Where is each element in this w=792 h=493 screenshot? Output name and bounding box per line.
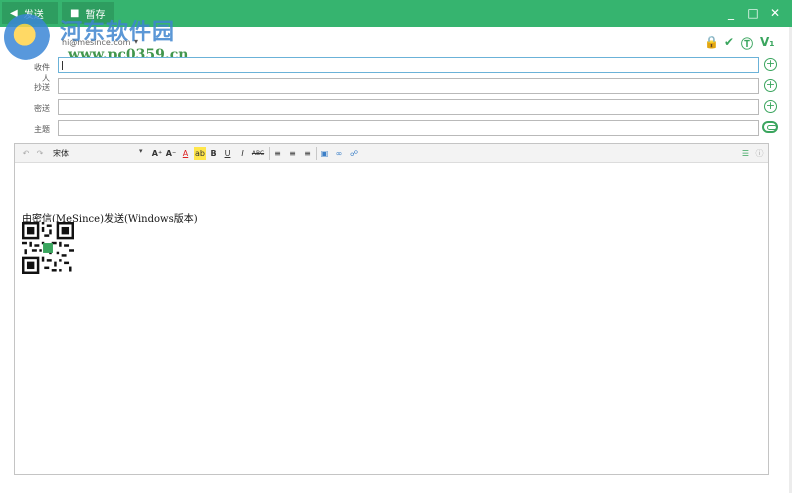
lock-icon[interactable]: 🔒	[704, 35, 719, 49]
timer-icon[interactable]: Ⓣ	[741, 35, 753, 52]
info-icon[interactable]: ⓘ	[754, 147, 765, 160]
cc-field[interactable]	[58, 78, 759, 94]
verify-icon[interactable]: ✔	[724, 35, 734, 49]
message-editor[interactable]: ↶ ↷ 宋体 ▾ A⁺ A⁻ A ab B U I ABC ≡ ≡ ≡ ▣ ∞ …	[14, 143, 769, 475]
font-chevron-down-icon[interactable]: ▾	[139, 147, 143, 155]
add-cc-icon[interactable]: +	[764, 79, 777, 92]
bcc-field[interactable]	[58, 99, 759, 115]
image-icon[interactable]: ▣	[319, 147, 330, 160]
font-shrink-icon[interactable]: A⁻	[165, 147, 177, 160]
attachment-icon[interactable]	[762, 121, 778, 133]
cc-label: 抄送	[34, 83, 50, 92]
align-right-icon[interactable]: ≡	[302, 147, 313, 160]
add-to-icon[interactable]: +	[764, 58, 777, 71]
font-color-icon[interactable]: A	[180, 147, 191, 160]
bcc-label: 密送	[34, 104, 50, 113]
maximize-icon: □	[747, 6, 759, 20]
version-icon[interactable]: V₁	[760, 35, 775, 49]
highlight-icon[interactable]: ab	[194, 147, 206, 160]
close-button[interactable]: ✕	[766, 4, 784, 22]
font-grow-icon[interactable]: A⁺	[151, 147, 163, 160]
find-icon[interactable]: ☍	[348, 147, 360, 160]
add-bcc-icon[interactable]: +	[764, 100, 777, 113]
maximize-button[interactable]: □	[744, 4, 762, 22]
toolbar-divider	[269, 147, 270, 160]
to-label: 收件人	[34, 63, 50, 83]
redo-icon[interactable]: ↷	[35, 147, 45, 160]
toolbar-divider	[316, 147, 317, 160]
close-icon: ✕	[769, 6, 781, 20]
chevron-down-icon[interactable]: ▾	[134, 37, 138, 46]
editor-toolbar: ↶ ↷ 宋体 ▾ A⁺ A⁻ A ab B U I ABC ≡ ≡ ≡ ▣ ∞ …	[15, 144, 768, 163]
subject-label: 主题	[34, 125, 50, 134]
font-select[interactable]: 宋体	[51, 146, 145, 161]
bold-icon[interactable]: B	[209, 147, 218, 160]
subject-field[interactable]	[58, 120, 759, 136]
italic-icon[interactable]: I	[238, 147, 247, 160]
link-icon[interactable]: ∞	[333, 147, 345, 160]
align-center-icon[interactable]: ≡	[287, 147, 298, 160]
minimize-button[interactable]: _	[722, 4, 740, 22]
strikethrough-icon[interactable]: ABC	[251, 147, 265, 160]
underline-icon[interactable]: U	[223, 147, 232, 160]
qr-code-icon	[22, 222, 74, 274]
undo-icon[interactable]: ↶	[21, 147, 31, 160]
watermark-logo-icon	[4, 14, 50, 60]
minimize-icon: _	[728, 6, 734, 20]
sender-account[interactable]: hi@mesince.com	[62, 38, 130, 47]
to-field[interactable]	[58, 57, 759, 73]
template-icon[interactable]: ☰	[740, 147, 751, 160]
align-left-icon[interactable]: ≡	[272, 147, 283, 160]
